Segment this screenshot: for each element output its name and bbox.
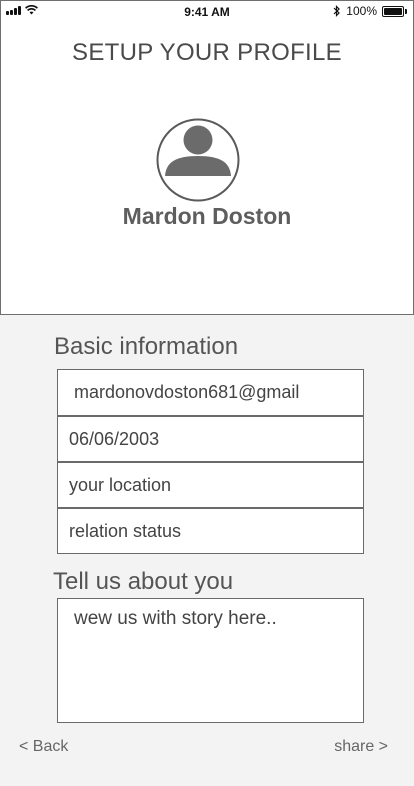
about-title: Tell us about you (53, 568, 234, 595)
status-right: 100% (333, 4, 407, 18)
email-value: mardonovdoston681@gmail (74, 382, 300, 402)
story-placeholder: wew us with story here.. (74, 608, 277, 629)
profile-setup-screen: 9:41 AM 100% SETUP YOUR PROFILE Mardon D… (0, 0, 414, 786)
status-bar: 9:41 AM 100% (1, 1, 413, 23)
location-placeholder: your location (69, 474, 172, 495)
about-story-textarea[interactable]: wew us with story here.. (57, 598, 364, 723)
dob-value: 06/06/2003 (69, 428, 160, 449)
profile-name: Mardon Doston (122, 203, 292, 229)
relation-placeholder: relation status (69, 520, 182, 541)
share-button[interactable]: share > (334, 738, 388, 756)
bluetooth-icon (333, 5, 341, 17)
date-of-birth-field[interactable]: 06/06/2003 (57, 416, 364, 462)
page-title: SETUP YOUR PROFILE (72, 39, 342, 66)
user-avatar-icon[interactable] (156, 118, 240, 202)
email-field[interactable]: mardonovdoston681@gmail (57, 369, 364, 416)
battery-percent: 100% (346, 4, 377, 18)
back-button[interactable]: < Back (19, 738, 68, 756)
location-field[interactable]: your location (57, 462, 364, 508)
relation-status-field[interactable]: relation status (57, 508, 364, 554)
basic-info-title: Basic information (54, 333, 239, 360)
battery-icon (382, 5, 407, 17)
profile-header-card: 9:41 AM 100% SETUP YOUR PROFILE Mardon D… (0, 0, 414, 315)
